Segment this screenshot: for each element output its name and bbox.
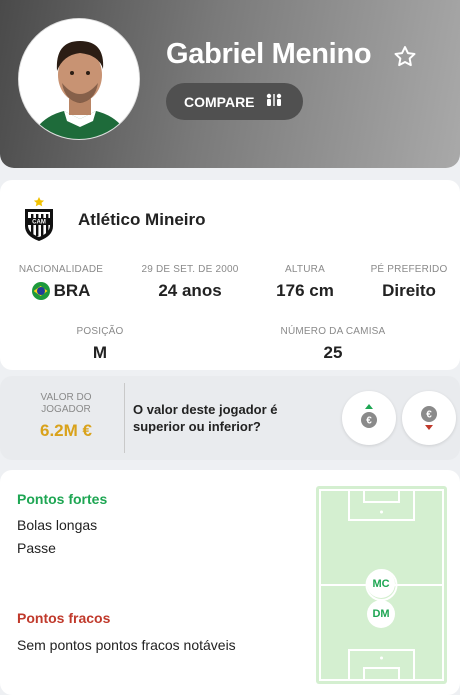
divider [124,383,125,453]
stat-label: POSIÇÃO [76,326,124,337]
stat-value: 25 [323,343,343,362]
stat-nationality: NACIONALIDADE BRA [12,264,110,301]
stat-value: Direito [382,281,436,300]
stat-position: POSIÇÃO M [50,326,150,363]
value-up-icon: € [361,404,377,428]
stat-label: NACIONALIDADE [18,264,104,275]
value-label: VALOR DO JOGADOR [40,392,92,415]
player-page: Gabriel Menino COMPARE CAM Atlético Mine… [0,0,460,695]
position-label: MC [372,578,390,590]
position-pitch: MC DM [316,486,447,684]
strength-item: Bolas longas [17,517,98,533]
stat-value: M [92,343,108,362]
club-name: Atlético Mineiro [78,210,206,229]
compare-icon [265,93,283,110]
compare-button[interactable]: COMPARE [166,83,303,120]
stat-label: NÚMERO DA CAMISA [280,326,386,337]
stat-height: ALTURA 176 cm [260,264,350,301]
stat-label: ALTURA [285,264,325,275]
strengths-title: Pontos fortes [17,491,108,507]
brazil-flag-icon [31,282,50,300]
stat-birthdate: 29 DE SET. DE 2000 24 anos [134,264,246,301]
player-info-card: CAM Atlético Mineiro NACIONALIDADE BRA 2… [0,180,460,370]
position-marker-dm: DM [367,600,395,628]
club-logo: CAM [22,196,56,242]
svg-text:€: € [426,410,432,421]
value-question: O valor deste jogador é superior ou infe… [133,402,278,434]
weakness-item: Sem pontos pontos fracos notáveis [17,637,236,653]
value-down-icon: € [421,406,437,430]
weaknesses-title: Pontos fracos [17,610,111,626]
svg-text:CAM: CAM [32,220,46,226]
stat-value: BRA [53,281,91,300]
stat-value: 24 anos [158,281,222,300]
player-header: Gabriel Menino COMPARE [0,0,460,168]
strength-item: Passe [17,540,56,556]
player-name: Gabriel Menino [166,38,372,70]
position-marker-mc: MC [367,570,395,598]
value-amount: 6.2M € [40,421,92,440]
stat-preferred-foot: PÉ PREFERIDO Direito [362,264,456,301]
svg-text:€: € [366,416,372,427]
stat-label: PÉ PREFERIDO [370,264,448,275]
position-label: DM [372,608,390,620]
player-avatar [18,18,140,140]
compare-label: COMPARE [184,93,255,110]
stat-label: 29 DE SET. DE 2000 [141,264,239,275]
strengths-card: Pontos fortes Bolas longas Passe Pontos … [0,470,460,695]
stat-shirt-number: NÚMERO DA CAMISA 25 [268,326,398,363]
vote-higher-button[interactable]: € [342,391,396,445]
stat-value: 176 cm [276,281,334,300]
favorite-star-icon[interactable] [392,44,418,70]
vote-lower-button[interactable]: € [402,391,456,445]
player-value-card: VALOR DO JOGADOR 6.2M € O valor deste jo… [0,376,460,460]
